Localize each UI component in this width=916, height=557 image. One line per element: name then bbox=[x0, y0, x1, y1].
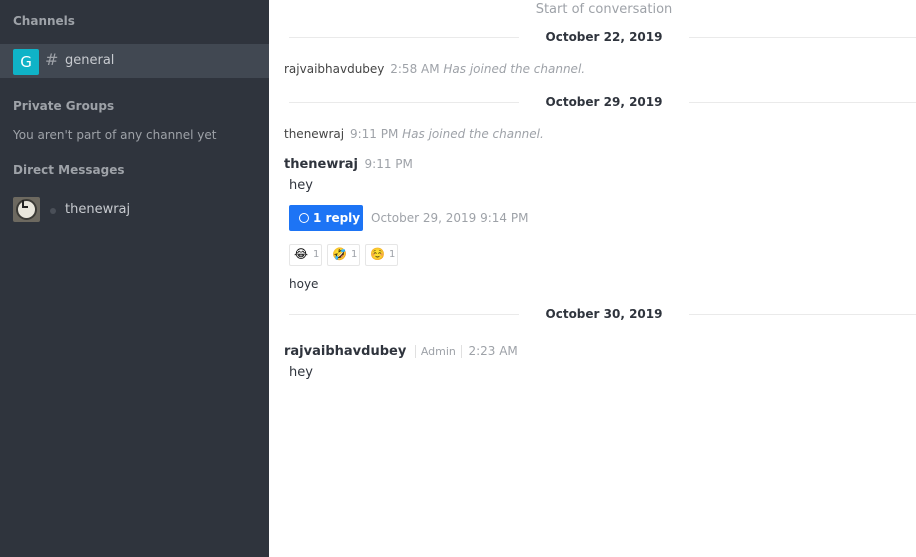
message-header: rajvaibhavdubey Admin 2:23 AM bbox=[284, 344, 518, 359]
reaction-blush[interactable]: ☺️ 1 bbox=[365, 244, 398, 266]
sidebar-item-label: thenewraj bbox=[65, 202, 131, 217]
reaction-count: 1 bbox=[351, 249, 358, 260]
message-text: hoye bbox=[289, 277, 319, 291]
joy-emoji-icon: 😂 bbox=[294, 247, 309, 261]
system-message-time: 9:11 PM bbox=[349, 127, 399, 141]
avatar bbox=[13, 197, 40, 222]
system-message-time: 2:58 AM bbox=[390, 62, 440, 76]
rofl-emoji-icon: 🤣 bbox=[332, 247, 347, 261]
thread-timestamp: October 29, 2019 9:14 PM bbox=[371, 211, 529, 225]
reaction-rofl[interactable]: 🤣 1 bbox=[327, 244, 360, 266]
date-label: October 22, 2019 bbox=[519, 30, 689, 44]
clock-icon bbox=[16, 199, 37, 220]
reaction-count: 1 bbox=[389, 249, 396, 260]
message-text: hey bbox=[289, 365, 313, 380]
hash-icon: # bbox=[45, 50, 59, 69]
message-time: 9:11 PM bbox=[364, 157, 413, 171]
role-badge: Admin bbox=[414, 345, 462, 358]
status-offline-icon bbox=[50, 208, 56, 214]
message-text: hey bbox=[289, 178, 313, 193]
private-groups-empty-text: You aren't part of any channel yet bbox=[13, 128, 217, 142]
date-label: October 29, 2019 bbox=[519, 95, 689, 109]
thread-icon bbox=[299, 213, 309, 223]
system-message-text: Has joined the channel. bbox=[443, 62, 586, 76]
message-list: Start of conversation October 22, 2019 r… bbox=[269, 0, 916, 557]
sidebar-item-thenewraj[interactable]: thenewraj bbox=[0, 195, 269, 225]
sidebar: Channels G # general Private Groups You … bbox=[0, 0, 269, 557]
message-username[interactable]: thenewraj bbox=[284, 157, 358, 172]
start-of-conversation-label: Start of conversation bbox=[535, 2, 673, 17]
system-message: rajvaibhavdubey 2:58 AM Has joined the c… bbox=[284, 62, 585, 76]
message-username[interactable]: rajvaibhavdubey bbox=[284, 344, 406, 359]
reaction-joy[interactable]: 😂 1 bbox=[289, 244, 322, 266]
private-groups-section-title: Private Groups bbox=[13, 99, 115, 113]
reply-count-label: 1 reply bbox=[313, 211, 361, 225]
system-message: thenewraj 9:11 PM Has joined the channel… bbox=[284, 127, 544, 141]
sidebar-item-label: general bbox=[65, 53, 115, 68]
date-label: October 30, 2019 bbox=[519, 307, 689, 321]
system-message-text: Has joined the channel. bbox=[402, 127, 544, 141]
channels-section-title: Channels bbox=[13, 14, 75, 28]
thread-reply-button[interactable]: 1 reply bbox=[289, 205, 363, 231]
system-message-user[interactable]: rajvaibhavdubey bbox=[284, 62, 384, 76]
message-header: thenewraj 9:11 PM bbox=[284, 157, 413, 172]
system-message-user[interactable]: thenewraj bbox=[284, 127, 344, 141]
sidebar-item-general[interactable]: G # general bbox=[0, 44, 269, 78]
reaction-count: 1 bbox=[313, 249, 320, 260]
channel-avatar: G bbox=[13, 49, 39, 75]
blush-emoji-icon: ☺️ bbox=[370, 247, 385, 261]
direct-messages-section-title: Direct Messages bbox=[13, 163, 125, 177]
message-time: 2:23 AM bbox=[468, 344, 518, 358]
